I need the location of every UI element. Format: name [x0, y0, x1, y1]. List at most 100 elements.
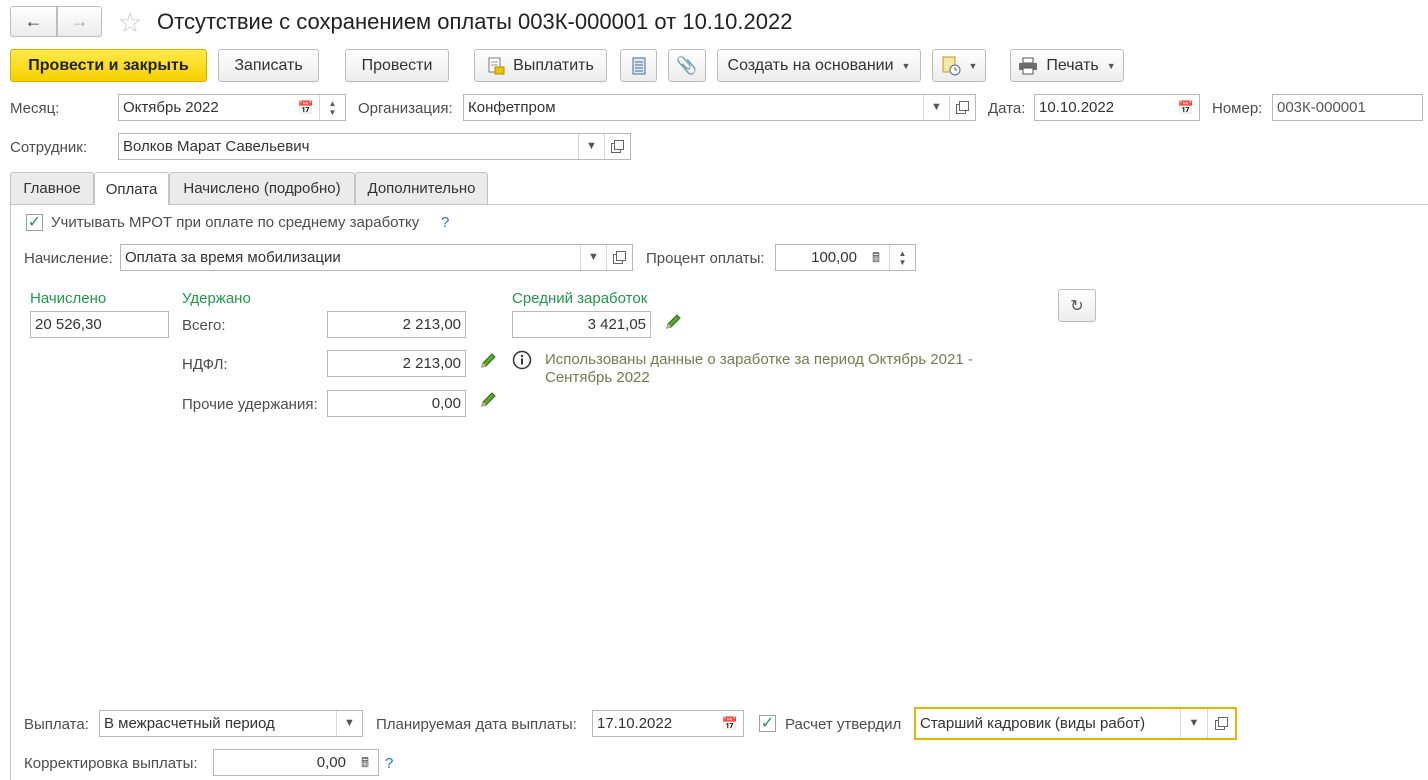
employee-open-button[interactable] [604, 134, 630, 159]
tab-payment[interactable]: Оплата [94, 172, 169, 205]
payout-field[interactable]: В межрасчетный период ▼ [99, 710, 363, 737]
back-button[interactable]: ← [10, 6, 57, 37]
stepper-down-icon: ▼ [898, 257, 907, 267]
date-field[interactable]: 10.10.2022 📅 [1034, 94, 1200, 121]
correction-help-icon[interactable]: ? [385, 755, 393, 773]
date-label: Дата: [988, 100, 1026, 117]
employee-field[interactable]: Волков Марат Савельевич ▼ [118, 133, 631, 160]
percent-field[interactable]: 100,00 🖩 ▲ ▼ [775, 244, 916, 271]
payout-dropdown-button[interactable]: ▼ [336, 711, 362, 736]
tab-main[interactable]: Главное [10, 172, 94, 204]
post-button[interactable]: Провести [345, 49, 449, 82]
accrued-field[interactable]: 20 526,30 [30, 311, 169, 338]
payout-value: В межрасчетный период [104, 715, 275, 732]
pay-label: Выплатить [513, 56, 594, 74]
accrued-heading: Начислено [30, 290, 107, 307]
open-window-icon [1214, 716, 1229, 731]
chevron-down-icon: ▼ [344, 717, 355, 729]
post-and-close-label: Провести и закрыть [28, 56, 189, 74]
correction-calculator-button[interactable]: 🖩 [352, 750, 378, 775]
edit-ndfl-pencil-icon[interactable] [478, 349, 500, 371]
other-withholdings-field[interactable]: 0,00 [327, 390, 466, 417]
total-value: 2 213,00 [402, 316, 461, 333]
month-stepper[interactable]: ▲ ▼ [319, 95, 345, 120]
average-earnings-heading: Средний заработок [512, 290, 648, 307]
date-value: 10.10.2022 [1039, 99, 1115, 116]
tab-accrued-detailed[interactable]: Начислено (подробно) [169, 172, 355, 204]
average-earnings-field[interactable]: 3 421,05 [512, 311, 651, 338]
help-icon[interactable]: ? [441, 214, 449, 232]
arrow-left-icon: ← [24, 11, 43, 31]
organization-open-button[interactable] [949, 95, 975, 120]
planned-date-field[interactable]: 17.10.2022 📅 [592, 710, 744, 737]
employee-dropdown-button[interactable]: ▼ [578, 134, 604, 159]
related-docs-button[interactable]: ▼ [932, 49, 986, 82]
ndfl-field[interactable]: 2 213,00 [327, 350, 466, 377]
accrual-field[interactable]: Оплата за время мобилизации ▼ [120, 244, 633, 271]
list-icon [632, 57, 645, 74]
create-based-on-button[interactable]: Создать на основании ▼ [717, 49, 921, 82]
payout-label: Выплата: [24, 716, 89, 733]
list-button[interactable] [620, 49, 657, 82]
checkmark-icon: ✓ [27, 213, 42, 231]
print-button[interactable]: Печать ▼ [1010, 49, 1124, 82]
refresh-icon: ↻ [1070, 297, 1084, 315]
planned-date-calendar-button[interactable]: 📅 [717, 711, 743, 736]
mrot-checkbox[interactable]: ✓ [26, 214, 43, 231]
star-icon[interactable]: ☆ [115, 7, 145, 38]
approver-dropdown-button[interactable]: ▼ [1180, 709, 1207, 738]
post-and-close-button[interactable]: Провести и закрыть [10, 49, 207, 82]
date-calendar-button[interactable]: 📅 [1173, 95, 1199, 120]
approver-open-button[interactable] [1207, 709, 1235, 738]
tab-main-label: Главное [23, 180, 81, 197]
organization-field[interactable]: Конфетпром ▼ [463, 94, 976, 121]
accrual-dropdown-button[interactable]: ▼ [580, 245, 606, 270]
stepper-up-icon: ▲ [898, 248, 907, 258]
edit-average-pencil-icon[interactable] [663, 310, 685, 332]
organization-dropdown-button[interactable]: ▼ [923, 95, 949, 120]
approver-field[interactable]: Старший кадровик (виды работ) ▼ [914, 707, 1237, 740]
ndfl-value: 2 213,00 [402, 355, 461, 372]
chevron-down-icon: ▼ [586, 140, 597, 152]
other-withholdings-value: 0,00 [431, 395, 461, 412]
accrual-label: Начисление: [24, 250, 113, 267]
tab-additional[interactable]: Дополнительно [355, 172, 488, 204]
pay-button[interactable]: Выплатить [474, 49, 607, 82]
info-text-line1: Использованы данные о заработке за перио… [545, 351, 973, 368]
chevron-down-icon: ▼ [1188, 717, 1200, 729]
chevron-down-icon: ▼ [588, 251, 599, 263]
number-value: 003К-000001 [1277, 99, 1366, 116]
accrual-open-button[interactable] [606, 245, 632, 270]
calculator-button[interactable]: 🖩 [863, 245, 889, 270]
chevron-down-icon: ▼ [901, 60, 911, 71]
total-label: Всего: [182, 317, 226, 334]
refresh-button[interactable]: ↻ [1058, 289, 1096, 322]
save-button[interactable]: Записать [218, 49, 319, 82]
calendar-icon: 📅 [297, 100, 315, 115]
stepper-up-icon: ▲ [328, 98, 337, 108]
accrual-value: Оплата за время мобилизации [125, 249, 341, 266]
save-label: Записать [234, 56, 303, 74]
number-label: Номер: [1212, 100, 1263, 117]
percent-stepper[interactable]: ▲ ▼ [889, 245, 915, 270]
payout-correction-label: Корректировка выплаты: [24, 755, 198, 772]
employee-label: Сотрудник: [10, 139, 88, 156]
checkmark-icon: ✓ [760, 714, 775, 732]
calendar-button[interactable]: 📅 [293, 95, 319, 120]
calculation-approved-checkbox[interactable]: ✓ [759, 715, 776, 732]
month-field[interactable]: Октябрь 2022 📅 ▲ ▼ [118, 94, 346, 121]
edit-other-pencil-icon[interactable] [478, 388, 500, 410]
withheld-heading: Удержано [182, 290, 251, 307]
month-value: Октябрь 2022 [123, 99, 219, 116]
number-field[interactable]: 003К-000001 [1272, 94, 1423, 121]
calendar-icon: 📅 [721, 716, 739, 731]
forward-button[interactable]: → [57, 6, 102, 37]
payout-correction-field[interactable]: 0,00 🖩 [213, 749, 379, 776]
planned-date-label: Планируемая дата выплаты: [376, 716, 577, 733]
approver-value: Старший кадровик (виды работ) [920, 715, 1146, 732]
total-field[interactable]: 2 213,00 [327, 311, 466, 338]
tab-accrued-detailed-label: Начислено (подробно) [183, 180, 341, 197]
attach-button[interactable]: 📎 [668, 49, 706, 82]
mrot-checkbox-label: Учитывать МРОТ при оплате по среднему за… [51, 214, 420, 231]
tab-payment-label: Оплата [105, 180, 158, 198]
